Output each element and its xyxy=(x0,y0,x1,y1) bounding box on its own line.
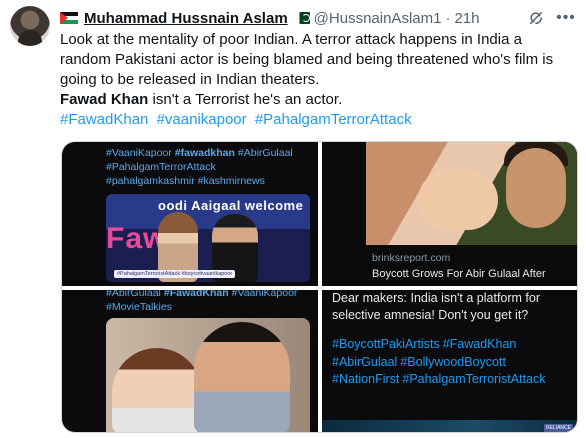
image-hashtag: #AbirGulaal xyxy=(106,290,161,299)
tweet-line-actor: Fawad Khan isn't a Terrorist he's an act… xyxy=(60,90,580,110)
event-banner: oodi Aaigaal welcome xyxy=(158,198,304,213)
image-hashtag: #PahalgamTerroristAttack xyxy=(402,372,546,386)
media-image-2[interactable]: brinksreport.com Boycott Grows For Abir … xyxy=(322,142,577,286)
bold-name: Fawad Khan xyxy=(60,91,149,108)
image-hashtag: #BoycottPakiArtists xyxy=(332,337,440,351)
reliance-badge: RELIANCE xyxy=(543,424,573,432)
hashtag-link[interactable]: #FawadKhan xyxy=(60,111,148,128)
actor-face xyxy=(506,148,566,228)
actress-face xyxy=(418,170,498,230)
image-hashtag: #AbirGulaal xyxy=(237,147,293,159)
link-source: brinksreport.com xyxy=(372,252,451,264)
avatar[interactable] xyxy=(10,6,50,46)
couple-photo xyxy=(106,318,310,432)
more-icon[interactable]: ••• xyxy=(556,8,576,28)
actress-figure xyxy=(112,348,202,432)
palestine-flag-icon xyxy=(60,12,78,24)
pakistan-flag-icon xyxy=(295,12,310,24)
tweet-time[interactable]: 21h xyxy=(454,10,479,27)
image-hashtag: #kashmirnews xyxy=(197,175,265,187)
image-hashtag: #AbirGulaal xyxy=(332,354,398,369)
image-hashtag: #fawadkhan xyxy=(174,147,235,159)
image-statement: Dear makers: India isn't a platform for … xyxy=(332,290,572,324)
image-hashtags: #AbirGulaal #FawadKhan #VaaniKapoor #Movie… xyxy=(106,290,316,314)
user-handle[interactable]: @HussnainAslam1 xyxy=(314,10,442,27)
statement-line: selective amnesia! Don't you get it? xyxy=(332,308,529,322)
event-photo: oodi Aaigaal welcome Faw #PahalgamTerror… xyxy=(106,194,310,282)
display-name[interactable]: Muhammad Hussnain Aslam xyxy=(84,10,288,27)
tweet-header: Muhammad Hussnain Aslam @HussnainAslam1 … xyxy=(60,7,580,29)
image-footer xyxy=(322,420,577,432)
actor-statement: isn't a Terrorist he's an actor. xyxy=(148,91,343,108)
grok-icon[interactable] xyxy=(526,8,546,28)
image-hashtag: #BollywoodBoycott xyxy=(400,354,506,369)
image-hashtag: #VaaniKapoor xyxy=(231,290,298,299)
media-image-1[interactable]: #VaaniKapoor #fawadkhan #AbirGulaal #Pahal… xyxy=(62,142,318,286)
image-hashtags: #BoycottPakiArtists #FawadKhan #AbirGulaa… xyxy=(332,336,572,389)
image-hashtag: #FawadKhan xyxy=(163,290,229,299)
tweet-line: going to be released in Indian theaters. xyxy=(60,71,320,88)
image-hashtag: #pahalgamkashmir xyxy=(106,175,195,187)
image-hashtags: #VaaniKapoor #fawadkhan #AbirGulaal #Pahal… xyxy=(106,146,316,188)
link-headline: Boycott Grows For Abir Gulaal After xyxy=(372,268,546,280)
tweet-line: Look at the mentality of poor Indian. A … xyxy=(60,31,522,48)
photo-caption: #PahalgamTerroristAttack #boycottvaanika… xyxy=(114,270,236,278)
media-image-4[interactable]: Dear makers: India isn't a platform for … xyxy=(322,290,577,432)
hashtag-line: #FawadKhan #vaanikapoor #PahalgamTerrorA… xyxy=(60,110,580,130)
hashtag-link[interactable]: #vaanikapoor xyxy=(157,111,247,128)
couple-photo xyxy=(366,142,577,245)
hashtag-link[interactable]: #PahalgamTerrorAttack xyxy=(255,111,412,128)
actor-figure xyxy=(194,322,290,432)
tweet-line: random Pakistani actor is being blamed a… xyxy=(60,51,554,68)
image-hashtag: #VaaniKapoor xyxy=(106,147,172,159)
separator-dot: · xyxy=(445,9,451,27)
statement-line: Dear makers: India isn't a platform for xyxy=(332,291,541,305)
image-hashtag: #MovieTalkies xyxy=(106,301,172,313)
image-hashtag: #FawadKhan xyxy=(442,337,517,351)
media-grid: #VaaniKapoor #fawadkhan #AbirGulaal #Pahal… xyxy=(61,141,578,433)
tweet-text: Look at the mentality of poor Indian. A … xyxy=(60,30,580,130)
media-image-3[interactable]: #AbirGulaal #FawadKhan #VaaniKapoor #Movie… xyxy=(62,290,318,432)
image-hashtag: #NationFirst xyxy=(332,372,400,386)
image-hashtag: #PahalgamTerrorAttack xyxy=(106,161,216,173)
